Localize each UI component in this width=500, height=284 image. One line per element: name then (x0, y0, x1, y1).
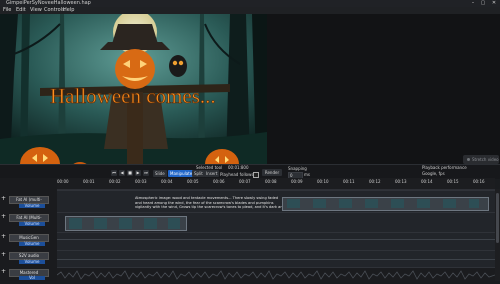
video-frame-image: Halloween comes... (0, 14, 267, 164)
menu-view[interactable]: View (30, 7, 42, 14)
track-volume[interactable]: Volume (19, 222, 45, 226)
play-icon[interactable]: ▶ (135, 170, 141, 176)
track-lane-2[interactable] (57, 212, 495, 233)
timeline-ruler[interactable]: 00:00 00:01 00:02 00:03 00:04 00:05 00:0… (57, 178, 495, 190)
clip-thumbnail (313, 199, 326, 208)
right-preview-pane (267, 14, 500, 164)
video-clip[interactable] (282, 197, 489, 211)
clip-thumbnail (69, 218, 82, 229)
ruler-tick: 00:02 (109, 179, 121, 184)
circle-icon (467, 158, 470, 161)
stop-icon[interactable]: ■ (127, 170, 133, 176)
ruler-tick: 00:01 (83, 179, 95, 184)
clip-thumbnail (365, 199, 378, 208)
track-lane-1[interactable]: Atmospheric image: wood and tentacle mov… (57, 190, 495, 213)
clip-thumbnail (144, 218, 157, 229)
video-overlay-text: Halloween comes... (50, 84, 216, 108)
clip-thumbnail (469, 199, 479, 208)
track-headers (0, 178, 57, 281)
skip-back-icon[interactable]: ⏮ (111, 170, 117, 176)
maximize-icon[interactable]: ▢ (478, 0, 488, 7)
snapping-label: Snapping (288, 166, 307, 171)
add-track-icon[interactable]: + (1, 251, 6, 258)
menu-edit[interactable]: Edit (16, 7, 26, 14)
split-mode-button[interactable]: Split (192, 170, 205, 177)
timeline-scrollbar[interactable] (495, 189, 500, 281)
track-volume[interactable]: Volume (19, 204, 45, 208)
menu-file[interactable]: File (3, 7, 11, 14)
menu-help[interactable]: Help (63, 7, 74, 14)
ruler-tick: 00:05 (187, 179, 199, 184)
skip-forward-icon[interactable]: ⏭ (143, 170, 149, 176)
clip-thumbnail (119, 218, 132, 229)
ruler-tick: 00:00 (57, 179, 69, 184)
slide-mode-button[interactable]: Slide (153, 170, 167, 177)
clip-thumbnail (168, 218, 180, 229)
ruler-tick: 00:10 (317, 179, 329, 184)
insert-mode-button[interactable]: Insert (204, 170, 220, 177)
close-icon[interactable]: ✕ (489, 0, 499, 7)
add-track-icon[interactable]: + (1, 195, 6, 202)
ruler-tick: 00:16 (473, 179, 485, 184)
ruler-tick: 00:14 (421, 179, 433, 184)
clip-thumbnail (417, 199, 430, 208)
track-lane-5[interactable] (56, 267, 496, 282)
window-title: GimpeiPerSyNoveeHalloween.hap (6, 0, 91, 6)
playback-performance-value: Google, fps (422, 171, 445, 176)
snapping-unit: ms (304, 172, 310, 177)
subtitle-clip-text: Atmospheric image: wood and tentacle mov… (135, 196, 285, 209)
ruler-tick: 00:13 (395, 179, 407, 184)
ruler-tick: 00:15 (447, 179, 459, 184)
ruler-tick: 00:03 (135, 179, 147, 184)
track-lane-4[interactable] (57, 250, 495, 268)
add-track-icon[interactable]: + (1, 233, 6, 240)
ruler-tick: 00:12 (369, 179, 381, 184)
clip-thumbnail (339, 199, 352, 208)
render-button[interactable]: Render (262, 169, 282, 176)
master-waveform (56, 270, 496, 280)
title-bar: GimpeiPerSyNoveeHalloween.hap – ▢ ✕ (0, 0, 500, 7)
ruler-tick: 00:04 (161, 179, 173, 184)
menu-bar: File Edit View Controls Help (0, 7, 500, 14)
minimize-icon[interactable]: – (468, 0, 478, 7)
prev-frame-icon[interactable]: ◀ (119, 170, 125, 176)
ruler-tick: 00:09 (291, 179, 303, 184)
menu-controls[interactable]: Controls (44, 7, 65, 14)
clip-thumbnail (391, 199, 404, 208)
track-volume[interactable]: Vol (19, 276, 45, 280)
playhead-follows-label: Playhead follows (220, 172, 254, 177)
manipulate-mode-button[interactable]: Manipulate (168, 170, 195, 177)
add-track-icon[interactable]: + (1, 268, 6, 275)
ruler-tick: 00:06 (213, 179, 225, 184)
audio-waveform (57, 259, 495, 260)
ruler-tick: 00:11 (343, 179, 355, 184)
stretch-video-button[interactable]: Stretch video (463, 155, 499, 164)
video-preview[interactable]: Halloween comes... (0, 14, 267, 164)
ruler-tick: 00:08 (265, 179, 277, 184)
track-volume[interactable]: Volume (19, 242, 45, 246)
ruler-tick: 00:07 (239, 179, 251, 184)
add-track-icon[interactable]: + (1, 213, 6, 220)
playback-performance-label: Playback performance (422, 165, 467, 170)
scrollbar-thumb[interactable] (496, 193, 499, 243)
clip-thumbnail (94, 218, 107, 229)
track-volume[interactable]: Volume (19, 260, 45, 264)
selected-tool-label: Selected tool (196, 165, 223, 170)
track-lane-3[interactable] (57, 232, 495, 251)
video-clip[interactable] (65, 216, 187, 231)
selected-tool-value: 00:01:800 (228, 165, 249, 170)
audio-waveform (57, 239, 495, 240)
clip-thumbnail (443, 199, 456, 208)
clip-thumbnail (287, 199, 300, 208)
